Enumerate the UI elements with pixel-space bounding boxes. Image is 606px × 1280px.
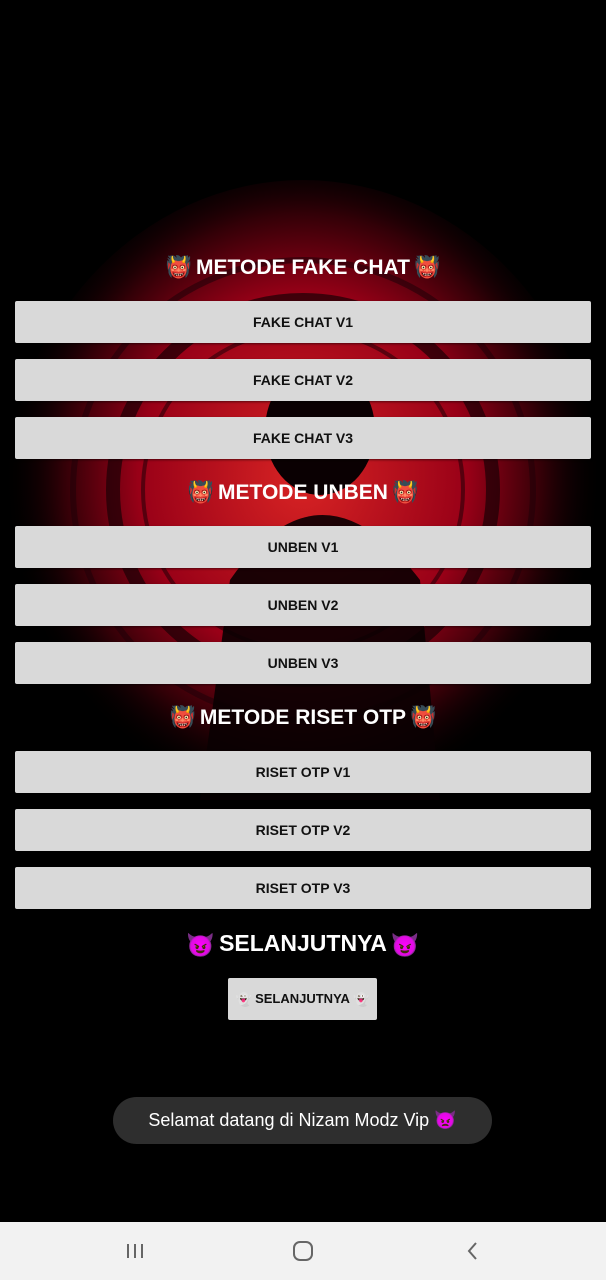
section-title-text: METODE UNBEN [218,481,388,504]
section-title-fake-chat: 👹 METODE FAKE CHAT 👹 [0,253,606,283]
unben-v2-button[interactable]: UNBEN V2 [15,584,591,626]
selanjutnya-button[interactable]: 👻 SELANJUTNYA 👻 [228,978,377,1020]
recent-apps-icon [127,1244,143,1258]
section-title-text: METODE FAKE CHAT [196,256,410,279]
fake-chat-v2-button[interactable]: FAKE CHAT V2 [15,359,591,401]
smiling-devil-icon: 😈 [390,931,420,958]
riset-otp-v2-button[interactable]: RISET OTP V2 [15,809,591,851]
back-icon [467,1242,477,1260]
selanjutnya-button-label: SELANJUTNYA [255,991,350,1006]
section-title-riset-otp: 👹 METODE RISET OTP 👹 [0,703,606,733]
recent-apps-button[interactable] [95,1222,175,1280]
demon-icon: 👹 [169,706,196,730]
system-navigation-bar [0,1222,606,1280]
demon-icon: 👹 [413,256,441,280]
toast-text: Selamat datang di Nizam Modz Vip [148,1110,430,1130]
fake-chat-v3-button[interactable]: FAKE CHAT V3 [15,417,591,459]
home-icon [293,1241,313,1261]
riset-otp-v3-button[interactable]: RISET OTP V3 [15,867,591,909]
back-button[interactable] [433,1222,513,1280]
demon-icon: 👹 [391,481,419,505]
demon-icon: 👹 [187,481,215,505]
smiling-devil-icon: 😈 [186,931,216,958]
angry-devil-icon: 👿 [434,1110,457,1130]
demon-icon: 👹 [410,706,437,730]
unben-v1-button[interactable]: UNBEN V1 [15,526,591,568]
ghost-icon: 👻 [352,991,370,1007]
demon-icon: 👹 [165,256,193,280]
unben-v3-button[interactable]: UNBEN V3 [15,642,591,684]
section-title-selanjutnya: 😈 SELANJUTNYA 😈 [0,928,606,958]
welcome-toast: Selamat datang di Nizam Modz Vip 👿 [113,1097,492,1144]
app-screen: 👹 METODE FAKE CHAT 👹 FAKE CHAT V1 FAKE CHA… [0,0,606,1280]
riset-otp-v1-button[interactable]: RISET OTP V1 [15,751,591,793]
section-title-unben: 👹 METODE UNBEN 👹 [0,478,606,508]
fake-chat-v1-button[interactable]: FAKE CHAT V1 [15,301,591,343]
section-title-text: SELANJUTNYA [219,930,387,956]
section-title-text: METODE RISET OTP [199,706,407,729]
ghost-icon: 👻 [235,991,253,1007]
home-button[interactable] [263,1222,343,1280]
